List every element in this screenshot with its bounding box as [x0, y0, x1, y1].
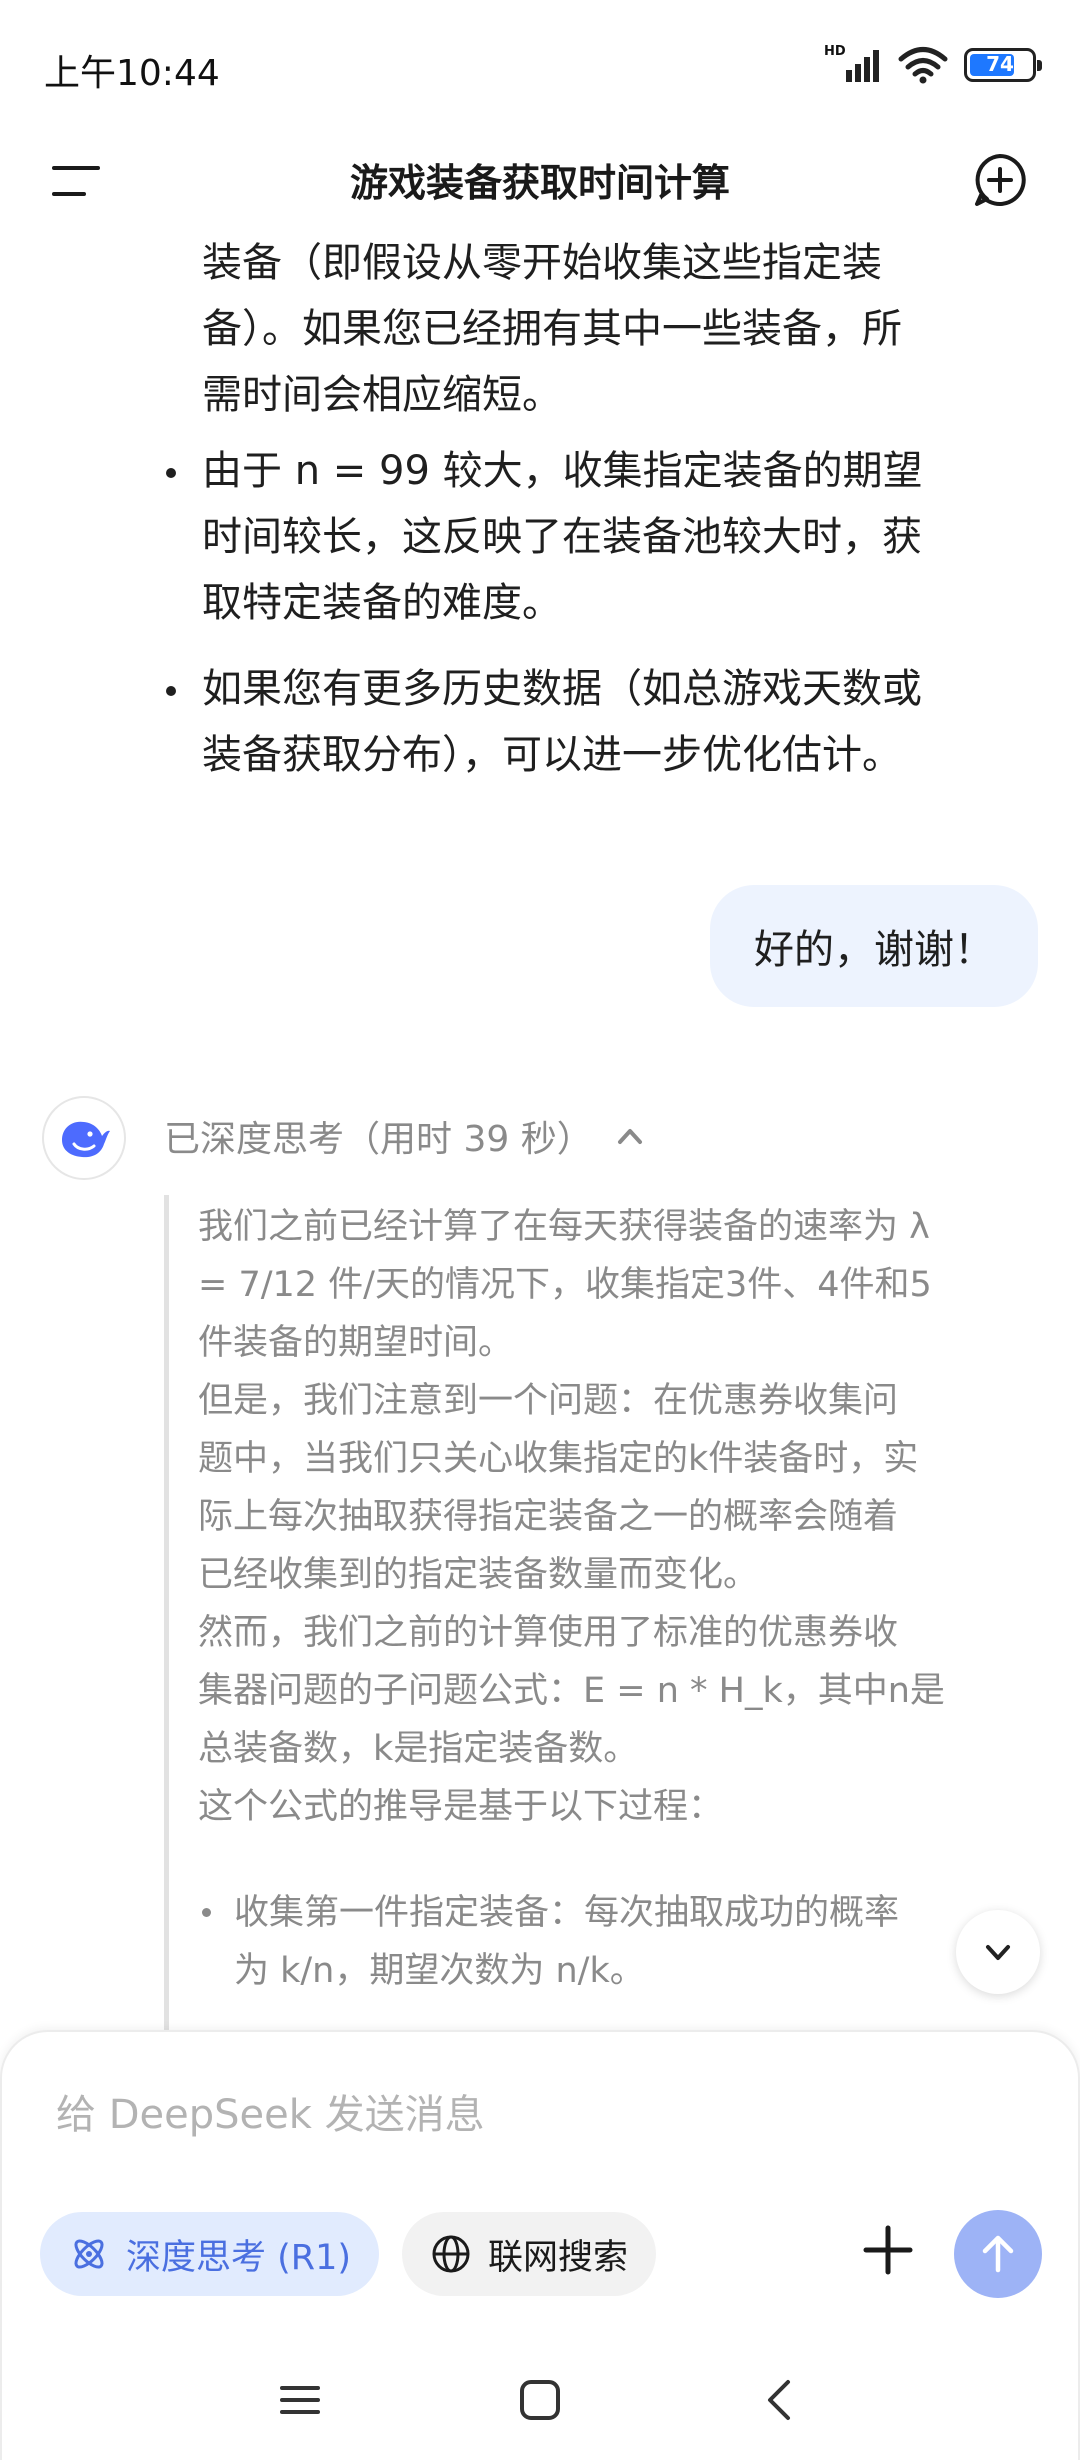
thinking-bullet-text: 收集第一件指定装备：每次抽取成功的概率 — [234, 1893, 900, 1933]
thinking-quote-bar — [164, 1195, 169, 2030]
thinking-text: = 7/12 件/天的情况下，收集指定3件、4件和5 — [198, 1265, 932, 1305]
status-icons: HD 74 — [824, 44, 1042, 84]
deep-think-toggle[interactable]: 深度思考 (R1) — [40, 2212, 380, 2296]
nav-recents-button[interactable] — [270, 2370, 330, 2430]
thinking-text: 总装备数，k是指定装备数。 — [198, 1729, 639, 1769]
status-bar: 上午10:44 HD 74 — [0, 0, 1080, 130]
send-button[interactable] — [954, 2210, 1042, 2298]
app-header: 游戏装备获取时间计算 — [0, 130, 1080, 230]
chevron-up-icon — [617, 1129, 642, 1144]
thinking-text: 集器问题的子问题公式：E = n * H_k，其中n是 — [198, 1671, 945, 1711]
answer-bullet-text: 由于 n = 99 较大，收集指定装备的期望 — [202, 448, 923, 494]
bullet-dot — [202, 1908, 211, 1917]
atom-icon — [74, 2239, 104, 2269]
cellular-signal-icon: HD — [824, 44, 882, 84]
thinking-text: 但是，我们注意到一个问题：在优惠券收集问 — [198, 1381, 899, 1421]
web-search-toggle[interactable]: 联网搜索 — [402, 2212, 657, 2296]
web-search-label: 联网搜索 — [488, 2237, 629, 2278]
back-chevron-icon — [768, 2380, 790, 2420]
answer-bullet-text: 装备获取分布），可以进一步优化估计。 — [202, 732, 902, 778]
new-chat-icon — [975, 154, 1026, 206]
thinking-toggle[interactable]: 已深度思考（用时 39 秒） — [164, 1110, 647, 1162]
answer-bullet-text: 取特定装备的难度。 — [202, 580, 562, 626]
chat-content[interactable]: 装备（即假设从零开始收集这些指定装 备）。如果您已经拥有其中一些装备，所 需时间… — [0, 230, 1080, 2030]
system-nav-bar — [0, 2340, 1080, 2460]
wifi-icon — [898, 47, 948, 84]
answer-bullet-text: 时间较长，这反映了在装备池较大时，获 — [202, 514, 922, 560]
scroll-to-bottom-button[interactable] — [956, 1910, 1040, 1994]
globe-icon — [432, 2235, 470, 2273]
thinking-header-label: 已深度思考（用时 39 秒） — [164, 1119, 593, 1160]
status-time: 上午10:44 — [44, 53, 220, 94]
whale-logo-icon — [62, 1121, 110, 1158]
thinking-text: 这个公式的推导是基于以下过程： — [198, 1787, 724, 1827]
answer-text: 需时间会相应缩短。 — [202, 372, 562, 418]
thinking-text: 已经收集到的指定装备数量而变化。 — [198, 1555, 759, 1595]
thinking-text: 我们之前已经计算了在每天获得装备的速率为 λ — [198, 1207, 930, 1247]
arrow-up-icon — [982, 2235, 1014, 2273]
nav-home-button[interactable] — [510, 2370, 570, 2430]
answer-text: 备）。如果您已经拥有其中一些装备，所 — [202, 306, 902, 352]
recents-menu-icon — [280, 2386, 320, 2414]
message-input[interactable]: 给 DeepSeek 发送消息 — [56, 2082, 485, 2140]
answer-text: 装备（即假设从零开始收集这些指定装 — [202, 240, 882, 286]
thinking-text: 题中，当我们只关心收集指定的k件装备时，实 — [198, 1439, 919, 1479]
deep-think-label: 深度思考 (R1) — [126, 2237, 352, 2278]
thinking-text: 际上每次抽取获得指定装备之一的概率会随着 — [198, 1497, 899, 1537]
home-square-icon — [520, 2380, 560, 2420]
attach-button[interactable] — [860, 2222, 916, 2278]
chevron-down-icon — [986, 1945, 1010, 1960]
thinking-text: 然而，我们之前的计算使用了标准的优惠券收 — [198, 1613, 899, 1653]
answer-bullet-text: 如果您有更多历史数据（如总游戏天数或 — [202, 666, 922, 712]
thinking-bullet-text: 为 k/n，期望次数为 n/k。 — [234, 1951, 645, 1991]
page-title: 游戏装备获取时间计算 — [349, 161, 730, 205]
bullet-dot — [166, 468, 176, 478]
battery-icon: 74 — [964, 48, 1042, 82]
nav-back-button[interactable] — [750, 2370, 810, 2430]
plus-icon — [863, 2225, 913, 2275]
user-message-bubble[interactable]: 好的，谢谢！ — [710, 885, 1038, 1007]
battery-level: 74 — [986, 52, 1014, 76]
new-chat-button[interactable] — [972, 152, 1028, 208]
bullet-dot — [166, 686, 176, 696]
deepseek-avatar — [42, 1096, 126, 1180]
thinking-text: 件装备的期望时间。 — [198, 1323, 514, 1363]
